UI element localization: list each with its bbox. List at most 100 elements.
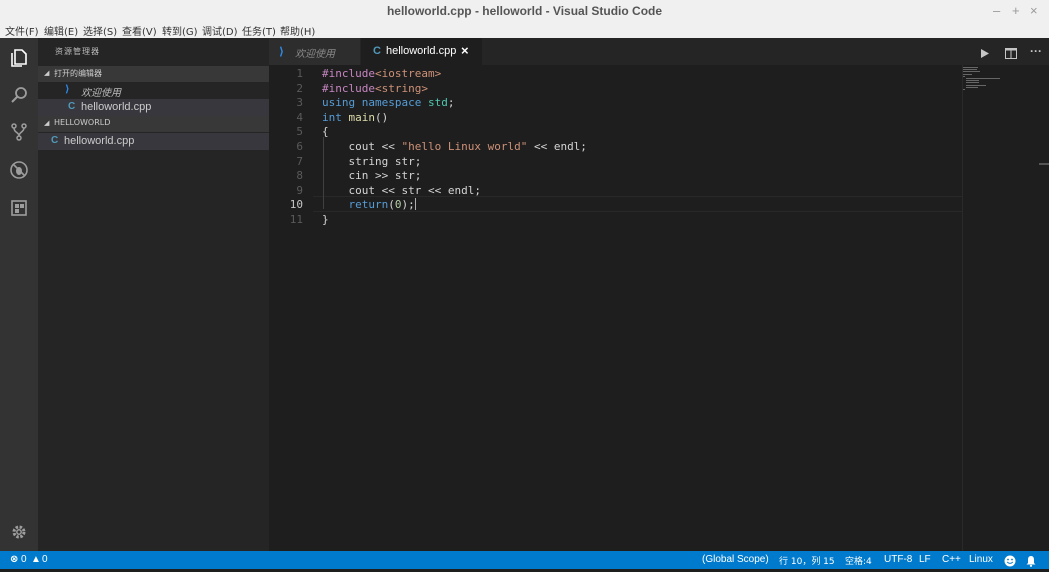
maximize-button[interactable]: + [1012,3,1020,18]
code-text[interactable]: string str; [322,155,421,168]
menu-go[interactable]: 转到(G) [162,23,198,38]
tab-welcome[interactable]: ⟩ 欢迎使用 [269,38,360,65]
window-title: helloworld.cpp - helloworld - Visual Stu… [386,4,663,18]
minimap-line [963,89,965,90]
cpp-file-icon: C [51,135,59,146]
code-line[interactable]: 7 string str; [269,155,969,170]
code-text[interactable]: cout << str << endl; [322,184,480,197]
scrollbar-indicator[interactable] [1039,163,1049,165]
collapse-triangle-icon: ◢ [44,70,50,77]
code-line[interactable]: 9 cout << str << endl; [269,184,969,199]
cursor-position[interactable]: 行 10，列 15 [779,554,835,567]
explorer-icon[interactable] [9,48,29,68]
indentation[interactable]: 空格:4 [845,554,872,567]
line-number: 3 [296,96,303,110]
code-text[interactable]: { [322,125,329,138]
error-count[interactable]: 0 [21,554,27,565]
minimap-line [966,82,979,84]
line-ending[interactable]: LF [919,554,931,565]
vscode-icon: ⟩ [279,46,285,58]
close-button[interactable]: × [1030,3,1038,18]
code-editor[interactable]: 1 #include<iostream> 2 #include<string> 3 usi… [269,65,1049,551]
code-line[interactable]: 4 int main() [269,111,969,126]
open-editor-label: 欢迎使用 [81,88,121,99]
code-text[interactable]: } [322,213,329,226]
settings-gear-icon[interactable] [9,522,29,542]
line-number: 7 [296,154,303,168]
menu-view[interactable]: 查看(V) [122,23,157,38]
warning-icon[interactable]: ▲ [31,554,41,565]
file-label: helloworld.cpp [64,135,135,147]
minimap-line [966,86,978,88]
tab-label: 欢迎使用 [295,49,335,60]
feedback-smiley-icon[interactable] [1004,554,1016,572]
warning-count[interactable]: 0 [42,554,48,565]
minimap-line [963,67,978,68]
folder-section[interactable]: ◢ HELLOWORLD [38,116,269,132]
notification-bell-icon[interactable] [1025,554,1037,572]
code-text[interactable]: cin >> str; [322,169,421,182]
minimap-line [963,75,965,77]
open-editor-welcome[interactable]: ⟩ 欢迎使用 [38,82,269,99]
open-editor-helloworld[interactable]: C helloworld.cpp [38,99,269,116]
explorer-sidebar: 资源管理器 ◢ 打开的编辑器 ⟩ 欢迎使用 C helloworld.cpp ◢… [38,38,269,551]
split-editor-icon[interactable] [1005,46,1017,64]
code-text[interactable]: #include<string> [322,82,428,95]
platform[interactable]: Linux [969,554,993,565]
menu-tasks[interactable]: 任务(T) [242,23,276,38]
close-tab-icon[interactable]: × [461,43,469,58]
code-line[interactable]: 11} [269,213,969,228]
code-text[interactable]: using namespace std; [322,96,454,109]
line-number: 1 [296,67,303,80]
debug-icon[interactable] [9,160,29,180]
code-text[interactable]: cout << "hello Linux world" << endl; [322,140,586,153]
minimap-line [966,78,1000,79]
cpp-file-icon: C [373,45,381,57]
minimap-line [966,80,979,82]
encoding[interactable]: UTF-8 [884,554,912,565]
line-number: 2 [296,81,303,95]
tab-helloworld[interactable]: C helloworld.cpp × [361,38,482,65]
file-helloworld[interactable]: C helloworld.cpp [38,133,269,150]
activity-bar [0,38,38,551]
minimap[interactable] [963,67,1013,107]
code-text[interactable]: int main() [322,111,388,124]
code-text[interactable]: #include<iostream> [322,67,441,80]
menu-selection[interactable]: 选择(S) [83,23,117,38]
collapse-triangle-icon: ◢ [44,120,50,127]
title-bar: helloworld.cpp - helloworld - Visual Stu… [0,0,1049,23]
source-control-icon[interactable] [9,122,29,142]
code-line[interactable]: 5{ [269,125,969,140]
code-line[interactable]: 10 return(0); [269,198,969,213]
minimap-line [966,84,986,86]
open-editors-section[interactable]: ◢ 打开的编辑器 [38,66,269,82]
run-icon[interactable] [980,46,990,64]
tab-label: helloworld.cpp [386,45,457,57]
minimap-edge [962,65,963,551]
code-text[interactable]: return(0); [322,198,416,211]
code-line[interactable]: 1 #include<iostream> [269,67,969,82]
more-actions-icon[interactable]: ··· [1030,44,1042,58]
sidebar-title: 资源管理器 [55,47,100,56]
code-line[interactable]: 8 cin >> str; [269,169,969,184]
code-line[interactable]: 3 using namespace std; [269,96,969,111]
extensions-icon[interactable] [9,198,29,218]
menu-edit[interactable]: 编辑(E) [44,23,78,38]
minimize-button[interactable]: – [993,3,1000,18]
language-mode[interactable]: C++ [942,554,961,565]
scope-indicator[interactable]: (Global Scope) [702,554,769,565]
menu-file[interactable]: 文件(F) [5,23,39,38]
search-icon[interactable] [9,85,29,105]
menu-bar: 文件(F) 编辑(E) 选择(S) 查看(V) 转到(G) 调试(D) 任务(T… [0,22,1049,38]
folder-label: HELLOWORLD [54,118,111,127]
error-icon[interactable]: ⊗ [10,554,18,565]
vscode-icon: ⟩ [65,84,70,95]
menu-help[interactable]: 帮助(H) [280,23,315,38]
line-number: 4 [296,110,303,124]
status-bar: ⊗ 0 ▲ 0 (Global Scope) 行 10，列 15 空格:4 UT… [0,551,1049,569]
menu-debug[interactable]: 调试(D) [202,23,238,38]
code-line[interactable]: 6 cout << "hello Linux world" << endl; [269,140,969,155]
cpp-file-icon: C [68,101,76,112]
code-line[interactable]: 2 #include<string> [269,82,969,97]
open-editor-label: helloworld.cpp [81,101,152,113]
